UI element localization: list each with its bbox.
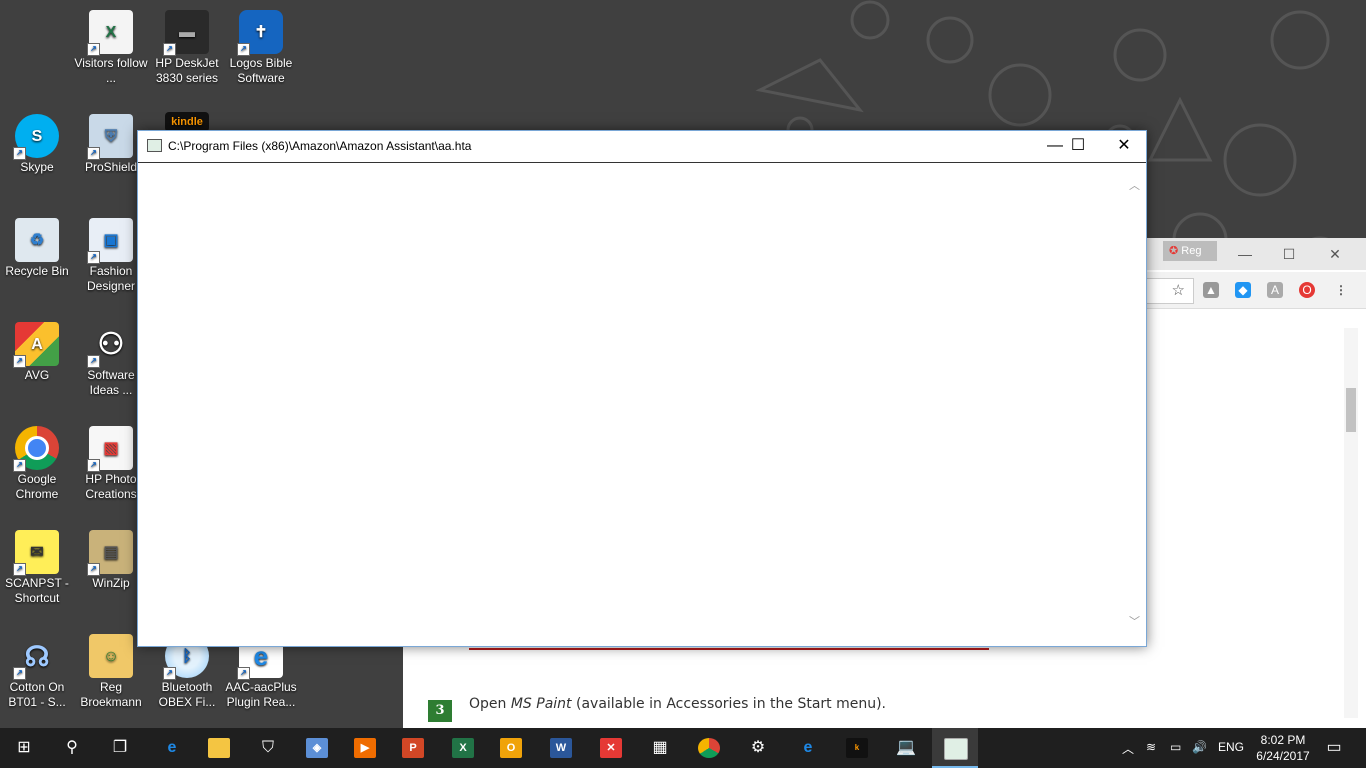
internet-explorer-icon[interactable]: e xyxy=(794,734,822,762)
scanpst-icon: ✉ ↗ xyxy=(13,530,59,576)
desktop-icon-label: Skype xyxy=(20,160,54,174)
word-icon[interactable]: W xyxy=(550,738,572,758)
settings-icon[interactable]: ⚙ xyxy=(744,734,772,762)
shopping-bag-icon[interactable]: ▲ xyxy=(1203,282,1219,298)
clock-date: 6/24/2017 xyxy=(1256,749,1310,763)
maximize-button[interactable]: ☐ xyxy=(1055,131,1101,161)
desktop-icon-scanpst[interactable]: ✉ ↗ SCANPST - Shortcut xyxy=(0,530,74,606)
hta-window[interactable]: C:\Program Files (x86)\Amazon\Amazon Ass… xyxy=(137,130,1147,647)
printer-icon: ▬ ↗ xyxy=(163,10,209,56)
scroll-down-icon[interactable]: ﹀ xyxy=(1129,613,1140,629)
wifi-icon[interactable]: ≋ xyxy=(1146,740,1156,754)
excel-file-icon: X ↗ xyxy=(87,10,133,56)
laptop-icon[interactable]: 💻 xyxy=(892,734,920,762)
chrome-icon[interactable] xyxy=(698,738,720,758)
powerpoint-icon[interactable]: P xyxy=(402,738,424,758)
winzip-icon: ▤ ↗ xyxy=(87,530,133,576)
outlook-icon[interactable]: O xyxy=(500,738,522,758)
desktop-icon-hp-deskjet[interactable]: ▬ ↗ HP DeskJet 3830 series xyxy=(150,10,224,86)
pdf-icon[interactable]: A xyxy=(1267,282,1283,298)
chrome-icon: ↗ xyxy=(13,426,59,472)
close-button[interactable]: ✕ xyxy=(1101,131,1147,161)
fashion-designer-icon: ▣ ↗ xyxy=(87,218,133,264)
desktop-icon-label: Logos Bible Software xyxy=(229,56,293,85)
start-icon[interactable]: ⊞ xyxy=(10,734,38,762)
desktop-icon-label: Recycle Bin xyxy=(5,264,69,278)
scroll-up-icon[interactable]: ︿ xyxy=(1129,177,1140,193)
browser-close-button[interactable]: ✕ xyxy=(1315,242,1355,266)
x-app-icon[interactable]: ✕ xyxy=(600,738,622,758)
desktop-icon-label: Cotton On BT01 - S... xyxy=(8,680,66,709)
media-player-icon[interactable]: ▶ xyxy=(354,738,376,758)
desktop-icon-cotton-on[interactable]: ☊ ↗ Cotton On BT01 - S... xyxy=(0,634,74,710)
desktop-icon-label: SCANPST - Shortcut xyxy=(5,576,69,605)
desktop-icon-label: AAC-aacPlus Plugin Rea... xyxy=(225,680,297,709)
desktop-icon-label: Visitors follow ... xyxy=(74,56,148,85)
desktop: X ↗ Visitors follow ... ▬ ↗ HP DeskJet 383… xyxy=(0,0,1366,728)
store-icon[interactable]: ⛉ xyxy=(254,734,282,762)
hp-photo-icon: ▧ ↗ xyxy=(87,426,133,472)
kindle-icon[interactable]: k xyxy=(846,738,868,758)
avg-icon: A ↗ xyxy=(13,322,59,368)
shield-icon: ⛨ ↗ xyxy=(87,114,133,160)
browser-minimize-button[interactable]: — xyxy=(1225,242,1265,266)
software-ideas-icon: ⚇ ↗ xyxy=(87,322,133,368)
logos-icon: ✝ ↗ xyxy=(237,10,283,56)
hta-taskbar-button[interactable] xyxy=(932,728,978,768)
desktop-icon-logos[interactable]: ✝ ↗ Logos Bible Software xyxy=(224,10,298,86)
desktop-icon-label: Bluetooth OBEX Fi... xyxy=(158,680,216,709)
calculator-icon[interactable]: ▦ xyxy=(646,734,674,762)
excel-icon[interactable]: X xyxy=(452,738,474,758)
task-view-icon[interactable]: ❐ xyxy=(106,734,134,762)
language-indicator[interactable]: ENG xyxy=(1218,740,1244,754)
desktop-icon-label: AVG xyxy=(24,368,50,382)
action-center-icon[interactable]: ▭ xyxy=(1320,734,1348,762)
desktop-icon-avg[interactable]: A ↗ AVG xyxy=(0,322,74,383)
browser-tab[interactable]: ✪ Reg xyxy=(1163,241,1217,261)
hta-window-icon xyxy=(944,738,968,760)
step-number-badge: 3 xyxy=(428,700,452,722)
clock-time: 8:02 PM xyxy=(1260,733,1306,747)
clock[interactable]: 8:02 PM 6/24/2017 xyxy=(1250,732,1316,764)
taskbar: ⊞ ⚲ ❐ e ⛉ ◈ ▶ P X O W ✕ ▦ ⚙ e k 💻 ︿ ≋ ▭ … xyxy=(0,728,1366,768)
hta-window-title: C:\Program Files (x86)\Amazon\Amazon Ass… xyxy=(168,139,472,153)
reg-icon: ✪ xyxy=(1169,245,1182,257)
hta-title-bar[interactable]: C:\Program Files (x86)\Amazon\Amazon Ass… xyxy=(138,131,1146,163)
step-text: Open MS Paint (available in Accessories … xyxy=(469,696,887,712)
desktop-icon-skype[interactable]: S ↗ Skype xyxy=(0,114,74,175)
browser-tab-label: Reg xyxy=(1181,245,1202,257)
desktop-icon-label: Google Chrome xyxy=(15,472,59,501)
headset-icon: ☊ ↗ xyxy=(13,634,59,680)
menu-kebab-icon[interactable]: ⋮ xyxy=(1333,282,1349,298)
desktop-icon-visitors[interactable]: X ↗ Visitors follow ... xyxy=(74,10,148,86)
kindle-icon: kindle xyxy=(165,112,209,132)
desktop-icon-label: HP DeskJet 3830 series xyxy=(155,56,219,85)
browser-scrollbar[interactable] xyxy=(1344,328,1358,718)
scrollbar-thumb[interactable] xyxy=(1346,388,1356,432)
search-icon[interactable]: ⚲ xyxy=(58,734,86,762)
recycle-bin-icon: ♻ xyxy=(15,218,59,262)
user-folder-icon: ☺ xyxy=(89,634,133,678)
skype-icon: S ↗ xyxy=(13,114,59,160)
volume-icon[interactable]: 🔊 xyxy=(1192,740,1207,754)
opera-extension-icon[interactable]: O xyxy=(1299,282,1315,298)
file-explorer-icon[interactable] xyxy=(208,738,230,758)
hta-app-icon xyxy=(147,139,162,152)
extension-icon[interactable]: ◆ xyxy=(1235,282,1251,298)
network-app-icon[interactable]: ◈ xyxy=(306,738,328,758)
content-divider xyxy=(469,648,989,650)
desktop-icon-google-chrome[interactable]: ↗ Google Chrome xyxy=(0,426,74,502)
browser-maximize-button[interactable]: ☐ xyxy=(1269,242,1309,266)
desktop-icon-recycle-bin[interactable]: ♻ Recycle Bin xyxy=(0,218,74,279)
hta-scrollbar[interactable]: ︿ ﹀ xyxy=(1127,171,1143,636)
edge-icon[interactable]: e xyxy=(158,734,186,762)
bookmark-star-icon[interactable]: ☆ xyxy=(1172,281,1185,299)
desktop-icon-label: Reg Broekmann xyxy=(80,680,142,709)
show-hidden-icons-icon[interactable]: ︿ xyxy=(1122,740,1134,757)
battery-icon[interactable]: ▭ xyxy=(1170,740,1181,754)
